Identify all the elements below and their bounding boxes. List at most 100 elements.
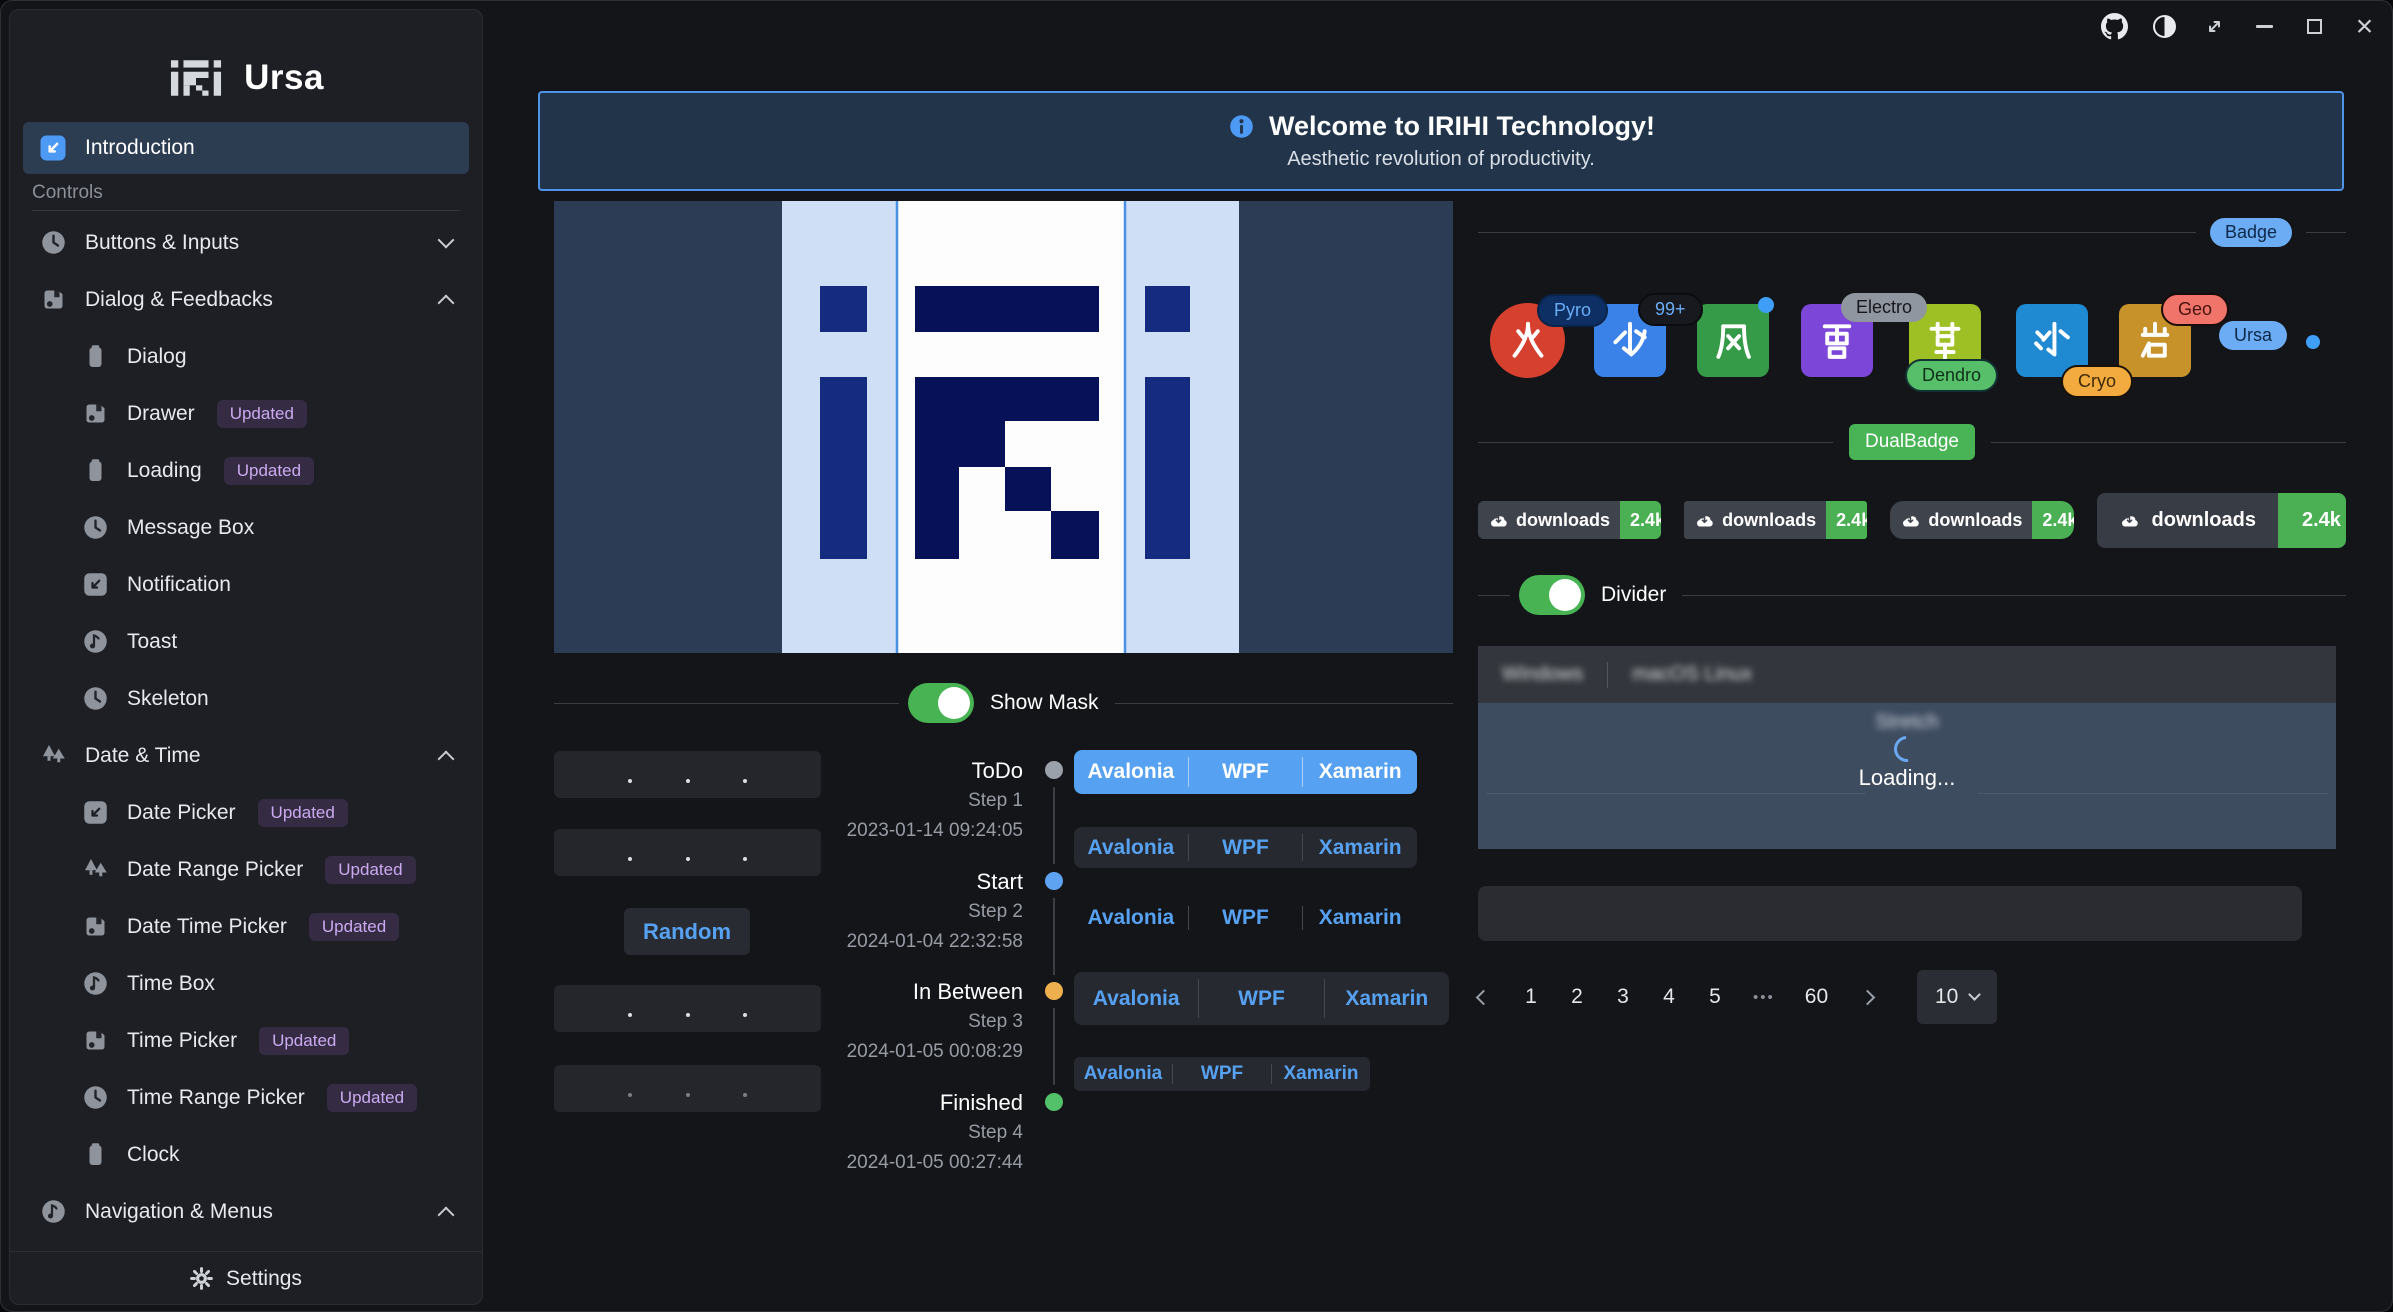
divider-toggle[interactable] — [1519, 575, 1585, 615]
timeline-entry-finished: FinishedStep 42024-01-05 00:27:44 — [703, 1087, 1023, 1178]
button-avalonia[interactable]: Avalonia — [1074, 827, 1188, 868]
sidebar-item-navigation-menus[interactable]: Navigation & Menus — [10, 1183, 482, 1240]
minimize-button[interactable] — [2251, 13, 2278, 40]
chevron-right-icon[interactable] — [1860, 989, 1876, 1005]
divider-line — [1486, 793, 1866, 794]
arrow-square-icon — [82, 799, 109, 826]
irihi-logo-mask-demo — [554, 201, 1453, 653]
floppy-icon — [82, 400, 109, 427]
sidebar-section-label: Controls — [32, 182, 103, 204]
sidebar-item-skeleton[interactable]: Skeleton — [10, 670, 482, 727]
page-size-select[interactable]: 10 — [1917, 970, 1997, 1024]
show-mask-toggle[interactable] — [908, 683, 974, 723]
tab-windows[interactable]: Windows — [1502, 663, 1583, 686]
sidebar-item-date-time[interactable]: Date & Time — [10, 727, 482, 784]
github-icon[interactable] — [2101, 13, 2128, 40]
badge-ursa: Ursa — [2219, 321, 2287, 350]
sidebar-item-message-box[interactable]: Message Box — [10, 499, 482, 556]
sidebar-item-label: Dialog — [127, 345, 187, 369]
timeline-step: Step 2 — [703, 897, 1023, 927]
button-avalonia[interactable]: Avalonia — [1074, 972, 1198, 1025]
banner-subtitle: Aesthetic revolution of productivity. — [1287, 148, 1595, 171]
button-avalonia[interactable]: Avalonia — [1074, 899, 1188, 937]
updated-badge: Updated — [258, 799, 348, 827]
sidebar-item-buttons-inputs[interactable]: Buttons & Inputs — [10, 214, 482, 271]
button-wpf[interactable]: WPF — [1173, 1057, 1271, 1091]
page-4[interactable]: 4 — [1661, 985, 1677, 1009]
settings-button[interactable]: Settings — [10, 1253, 482, 1304]
chevron-up-icon — [438, 1207, 455, 1224]
button-avalonia[interactable]: Avalonia — [1074, 1057, 1172, 1091]
app-window: × Welcome to IRIHI Technology! Aesthetic… — [0, 0, 2393, 1312]
page-5[interactable]: 5 — [1707, 985, 1723, 1009]
button-xamarin[interactable]: Xamarin — [1303, 827, 1417, 868]
pagination: 1 2 3 4 5 ••• 60 10 — [1478, 966, 2346, 1028]
fullscreen-icon[interactable] — [2201, 13, 2228, 40]
sidebar-item-time-box[interactable]: Time Box — [10, 955, 482, 1012]
updated-badge: Updated — [217, 400, 307, 428]
battery-icon — [82, 1141, 109, 1168]
badge-pyro: Pyro — [1537, 294, 1608, 327]
timeline-connector — [1053, 1008, 1055, 1085]
sidebar-item-label: Date Range Picker — [127, 858, 303, 882]
sidebar-item-drawer[interactable]: Drawer Updated — [10, 385, 482, 442]
button-wpf[interactable]: WPF — [1189, 827, 1303, 868]
page-60[interactable]: 60 — [1805, 985, 1828, 1009]
sidebar-item-label: Date Time Picker — [127, 915, 287, 939]
close-button[interactable]: × — [2351, 13, 2378, 40]
button-group-small: AvaloniaWPFXamarin — [1074, 1057, 1370, 1091]
page-2[interactable]: 2 — [1569, 985, 1585, 1009]
sidebar-item-label: Date & Time — [85, 744, 201, 768]
maximize-button[interactable] — [2301, 13, 2328, 40]
updated-badge: Updated — [325, 856, 415, 884]
button-xamarin[interactable]: Xamarin — [1303, 899, 1417, 937]
ellipsis-icon[interactable]: ••• — [1753, 989, 1775, 1006]
timeline-dot-icon — [1045, 982, 1063, 1000]
downloads-badge-v4: downloads2.4k — [2097, 493, 2346, 548]
page-1[interactable]: 1 — [1523, 985, 1539, 1009]
button-wpf[interactable]: WPF — [1189, 750, 1303, 794]
badge-geo: Geo — [2161, 293, 2229, 326]
chevron-up-icon — [438, 751, 455, 768]
sidebar-item-label: Time Picker — [127, 1029, 237, 1053]
button-avalonia[interactable]: Avalonia — [1074, 750, 1188, 794]
sidebar-item-date-picker[interactable]: Date PickerUpdated — [10, 784, 482, 841]
sidebar-item-toast[interactable]: Toast — [10, 613, 482, 670]
sidebar-item-label: Drawer — [127, 402, 195, 426]
sidebar-item-time-picker[interactable]: Time PickerUpdated — [10, 1012, 482, 1069]
loading-spinner-icon — [1889, 731, 1926, 768]
timeline-dot-icon — [1045, 761, 1063, 779]
downloads-badges: downloads2.4kdownloads2.4kdownloads2.4kd… — [1478, 489, 2346, 551]
sidebar-item-date-time-picker[interactable]: Date Time PickerUpdated — [10, 898, 482, 955]
sidebar-item-dialog[interactable]: Dialog — [10, 328, 482, 385]
sidebar-item-dialog-feedbacks[interactable]: Dialog & Feedbacks — [10, 271, 482, 328]
clock-icon — [82, 685, 109, 712]
tab-macos-linux[interactable]: macOS Linux — [1632, 663, 1752, 686]
divider-line — [32, 210, 460, 211]
sidebar-item-clock[interactable]: Clock — [10, 1126, 482, 1183]
timeline-entry-todo: ToDoStep 12023-01-14 09:24:05 — [703, 755, 1023, 846]
button-xamarin[interactable]: Xamarin — [1272, 1057, 1370, 1091]
divider-demo-row: Divider — [1478, 575, 2346, 615]
sidebar-item-date-range-picker[interactable]: Date Range Picker Updated — [10, 841, 482, 898]
theme-toggle-icon[interactable] — [2151, 13, 2178, 40]
clock-icon — [82, 514, 109, 541]
button-wpf[interactable]: WPF — [1199, 972, 1323, 1025]
chevron-left-icon[interactable] — [1476, 989, 1492, 1005]
dualbadge-section-pill: DualBadge — [1849, 424, 1975, 460]
divider-line — [1978, 793, 2328, 794]
sidebar-item-notification[interactable]: Notification — [10, 556, 482, 613]
divider-line — [1115, 703, 1453, 704]
sidebar-item-loading[interactable]: LoadingUpdated — [10, 442, 482, 499]
empty-panel — [1478, 886, 2302, 941]
downloads-label: downloads — [1516, 510, 1610, 531]
button-xamarin[interactable]: Xamarin — [1325, 972, 1449, 1025]
button-wpf[interactable]: WPF — [1189, 899, 1303, 937]
sidebar-item-introduction[interactable]: Introduction — [23, 122, 469, 174]
show-mask-label: Show Mask — [990, 691, 1099, 715]
button-xamarin[interactable]: Xamarin — [1303, 750, 1417, 794]
page-3[interactable]: 3 — [1615, 985, 1631, 1009]
sidebar-item-time-range-picker[interactable]: Time Range PickerUpdated — [10, 1069, 482, 1126]
timeline-timestamp: 2024-01-04 22:32:58 — [703, 927, 1023, 957]
timeline-dot-icon — [1045, 1093, 1063, 1111]
